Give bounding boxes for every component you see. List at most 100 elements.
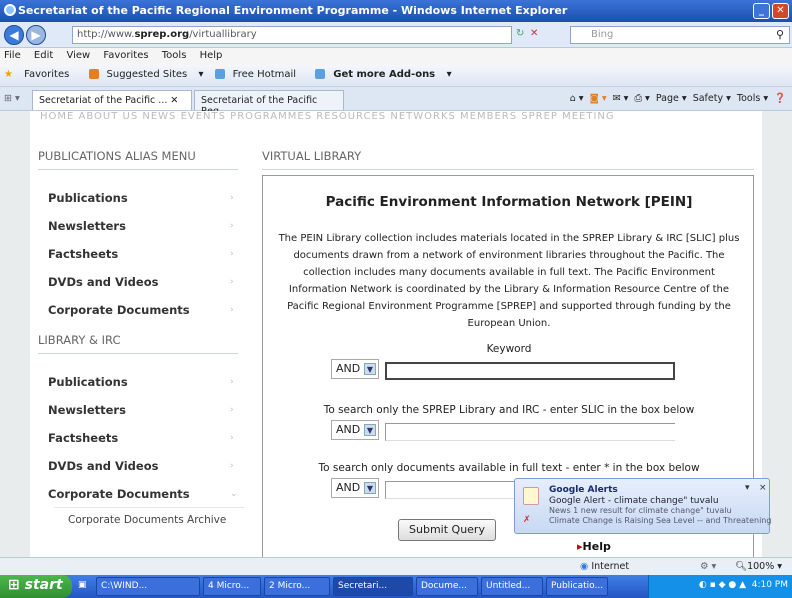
get-addons-link[interactable]: Get more Add-ons ▾ (315, 69, 452, 80)
suggested-sites-label: Suggested Sites (106, 69, 188, 80)
print-icon[interactable]: ⎙ ▾ (634, 93, 649, 104)
system-tray: ◐ ▪ ◆ ● ▲ 4:10 PM (648, 575, 792, 598)
globe-icon: ◉ (580, 561, 589, 572)
options-icon[interactable]: ▾ (745, 483, 750, 493)
chevron-down-icon: ▼ (364, 482, 376, 494)
google-alerts-popup[interactable]: Google Alerts Google Alert - climate cha… (514, 478, 772, 534)
menu-tools[interactable]: Tools (162, 50, 187, 61)
help-icon[interactable]: ❓ (774, 93, 786, 104)
sidebar-publications[interactable]: Publications (48, 191, 128, 205)
operator-select-2[interactable]: AND ▼ (331, 420, 379, 440)
favorites-label: Favorites (24, 69, 70, 80)
command-bar: ⌂ ▾ ◙ ▾ ✉ ▾ ⎙ ▾ Page ▾ Safety ▾ Tools ▾ … (569, 93, 786, 104)
feeds-icon[interactable]: ◙ ▾ (590, 93, 607, 104)
refresh-icon[interactable]: ↻ (516, 28, 524, 39)
dismiss-icon[interactable]: ✗ (523, 515, 531, 525)
slic-instruction-label: To search only the SPREP Library and IRC… (323, 404, 695, 416)
sidebar-lib-factsheets[interactable]: Factsheets (48, 431, 118, 445)
task-micro-2[interactable]: 2 Micro... (264, 577, 330, 596)
url-prefix: http://www. (77, 29, 135, 40)
sidebar-lib-newsletters[interactable]: Newsletters (48, 403, 126, 417)
minimize-button[interactable]: _ (753, 3, 770, 19)
forward-button[interactable]: ▶ (26, 25, 46, 45)
favorites-button[interactable]: ★ Favorites (4, 69, 77, 80)
safety-menu[interactable]: Safety (693, 93, 723, 104)
divider (38, 169, 238, 170)
window-title-bar: Secretariat of the Pacific Regional Envi… (0, 0, 792, 22)
sidebar-factsheets[interactable]: Factsheets (48, 247, 118, 261)
task-secretariat[interactable]: Secretari... (333, 577, 413, 596)
task-cmd[interactable]: C:\WIND... (96, 577, 200, 596)
show-desktop-icon[interactable]: ▣ (78, 580, 87, 590)
publications-alias-heading: PUBLICATIONS ALIAS MENU (38, 149, 196, 163)
free-hotmail-link[interactable]: Free Hotmail (214, 69, 304, 80)
chevron-right-icon: › (230, 305, 234, 315)
top-navigation[interactable]: HOME ABOUT US NEWS EVENTS PROGRAMMES RES… (30, 111, 762, 123)
submit-query-button[interactable]: Submit Query (398, 519, 496, 541)
help-link[interactable]: ▸Help (577, 540, 611, 553)
close-button[interactable]: ✕ (772, 3, 789, 19)
menu-edit[interactable]: Edit (34, 50, 53, 61)
protected-mode-icon[interactable]: ⚙ ▾ (700, 561, 716, 572)
chevron-down-icon: ⌄ (230, 489, 238, 499)
close-icon[interactable]: × (759, 483, 767, 493)
url-host: sprep.org (134, 29, 190, 40)
sidebar-lib-corporate-documents[interactable]: Corporate Documents (48, 487, 190, 501)
sidebar-lib-publications[interactable]: Publications (48, 375, 128, 389)
addons-icon (315, 69, 326, 79)
task-micro-1[interactable]: 4 Micro... (203, 577, 261, 596)
slic-input[interactable] (385, 423, 675, 441)
sidebar-dvds[interactable]: DVDs and Videos (48, 275, 158, 289)
alert-line-3: Climate Change is Raising Sea Level -- a… (549, 516, 772, 525)
quick-tabs-icon[interactable]: ⊞ ▾ (4, 93, 20, 104)
zone-label: Internet (591, 561, 630, 572)
menu-file[interactable]: File (4, 50, 21, 61)
url-input[interactable]: http://www.sprep.org/virtuallibrary (72, 26, 512, 44)
search-icon[interactable]: ⚲ (776, 28, 784, 41)
pein-title: Pacific Environment Information Network … (325, 194, 693, 210)
status-bar: ◉ Internet ⚙ ▾ 🔍︎100% ▾ (0, 557, 792, 575)
chevron-right-icon: › (230, 405, 234, 415)
chevron-right-icon: › (230, 461, 234, 471)
menu-view[interactable]: View (66, 50, 90, 61)
operator-select-1[interactable]: AND ▼ (331, 359, 379, 379)
sidebar-newsletters[interactable]: Newsletters (48, 219, 126, 233)
start-button[interactable]: ⊞ start (0, 575, 72, 598)
sidebar-corporate-documents[interactable]: Corporate Documents (48, 303, 190, 317)
tools-menu[interactable]: Tools (737, 93, 760, 104)
stop-icon[interactable]: ✕ (530, 28, 538, 39)
home-icon[interactable]: ⌂ ▾ (570, 93, 584, 104)
operator-select-3[interactable]: AND ▼ (331, 478, 379, 498)
tray-icons[interactable]: ◐ ▪ ◆ ● ▲ (699, 580, 746, 590)
pein-description: The PEIN Library collection includes mat… (278, 233, 740, 329)
hotmail-label: Free Hotmail (232, 69, 297, 80)
tab-secretariat-1[interactable]: Secretariat of the Pacific ... ✕ (32, 90, 192, 110)
menu-help[interactable]: Help (200, 50, 223, 61)
suggested-sites-link[interactable]: Suggested Sites ▾ (88, 69, 203, 80)
favorites-bar: ★ Favorites Suggested Sites ▾ Free Hotma… (0, 65, 792, 87)
menu-favorites[interactable]: Favorites (103, 50, 148, 61)
tab-secretariat-2[interactable]: Secretariat of the Pacific Reg... (194, 90, 344, 117)
chevron-down-icon: ▼ (364, 424, 376, 436)
divider (38, 353, 238, 354)
virtual-library-heading: VIRTUAL LIBRARY (262, 149, 362, 163)
keyword-input[interactable] (385, 362, 675, 380)
zoom-control[interactable]: 🔍︎100% ▾ (735, 561, 782, 572)
operator-value: AND (336, 481, 361, 494)
help-label: Help (582, 540, 611, 553)
task-untitled[interactable]: Untitled... (481, 577, 543, 596)
search-input[interactable]: Bing (570, 26, 790, 44)
library-irc-heading: LIBRARY & IRC (38, 333, 121, 347)
suggested-sites-icon (88, 69, 99, 79)
back-button[interactable]: ◀ (4, 25, 24, 45)
chevron-right-icon: › (230, 377, 234, 387)
page-menu[interactable]: Page (656, 93, 679, 104)
menu-bar: File Edit View Favorites Tools Help (0, 48, 792, 65)
sidebar-lib-dvds[interactable]: DVDs and Videos (48, 459, 158, 473)
tab-bar: ⊞ ▾ Secretariat of the Pacific ... ✕ Sec… (0, 87, 792, 117)
mail-icon[interactable]: ✉ ▾ (613, 93, 629, 104)
task-publications[interactable]: Publicatio... (546, 577, 608, 596)
tab-1-label: Secretariat of the Pacific ... (39, 95, 168, 106)
task-document[interactable]: Docume... (416, 577, 478, 596)
sidebar-corporate-documents-archive[interactable]: Corporate Documents Archive (68, 514, 226, 526)
